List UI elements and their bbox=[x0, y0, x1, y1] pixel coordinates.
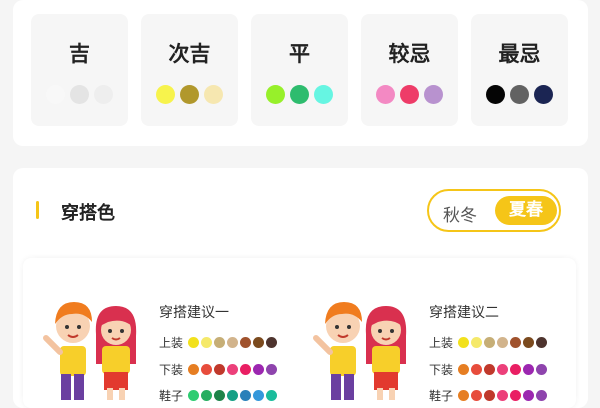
color-swatch bbox=[227, 364, 238, 375]
color-swatch-row bbox=[458, 337, 547, 348]
color-swatch bbox=[497, 364, 508, 375]
color-swatch bbox=[201, 390, 212, 401]
row-label-shoes: 鞋子 bbox=[159, 389, 184, 403]
fortune-tile-ping: 平 bbox=[251, 14, 348, 126]
season-toggle[interactable]: 秋冬 夏春 bbox=[427, 189, 561, 232]
fortune-tile-jiaoji: 较忌 bbox=[361, 14, 458, 126]
color-swatch bbox=[510, 337, 521, 348]
color-dot bbox=[400, 85, 419, 104]
color-dots bbox=[251, 85, 348, 104]
color-swatch bbox=[471, 364, 482, 375]
color-dot bbox=[156, 85, 175, 104]
couple-illustration bbox=[313, 302, 407, 400]
toggle-option-autumn-winter[interactable]: 秋冬 bbox=[443, 201, 477, 226]
color-swatch bbox=[458, 337, 469, 348]
color-dot bbox=[46, 85, 65, 104]
color-swatch bbox=[266, 364, 277, 375]
color-swatch bbox=[253, 337, 264, 348]
color-swatch bbox=[201, 337, 212, 348]
color-swatch bbox=[253, 364, 264, 375]
color-swatch bbox=[188, 390, 199, 401]
color-swatch bbox=[497, 390, 508, 401]
color-swatch bbox=[523, 364, 534, 375]
color-swatch bbox=[227, 390, 238, 401]
fortune-tile-ji: 吉 bbox=[31, 14, 128, 126]
color-swatch bbox=[471, 390, 482, 401]
color-dots bbox=[471, 85, 568, 104]
suggestion-title: 穿搭建议一 bbox=[159, 305, 229, 321]
color-swatch-row bbox=[188, 390, 277, 401]
color-swatch bbox=[227, 337, 238, 348]
color-swatch bbox=[214, 390, 225, 401]
color-swatch bbox=[484, 364, 495, 375]
color-dot bbox=[314, 85, 333, 104]
couple-illustration bbox=[43, 302, 137, 400]
color-swatch bbox=[240, 364, 251, 375]
color-dot bbox=[204, 85, 223, 104]
suggestion-title: 穿搭建议二 bbox=[429, 305, 499, 321]
color-dot bbox=[486, 85, 505, 104]
color-swatch bbox=[188, 364, 199, 375]
color-dot bbox=[424, 85, 443, 104]
color-swatch bbox=[266, 390, 277, 401]
color-swatch bbox=[523, 390, 534, 401]
color-swatch bbox=[458, 390, 469, 401]
color-swatch bbox=[471, 337, 482, 348]
row-label-shoes: 鞋子 bbox=[429, 389, 454, 403]
color-dot bbox=[510, 85, 529, 104]
color-swatch-row bbox=[458, 364, 547, 375]
color-swatch bbox=[240, 390, 251, 401]
color-dot bbox=[94, 85, 113, 104]
row-label-top: 上装 bbox=[159, 336, 184, 350]
fortune-label: 次吉 bbox=[168, 42, 211, 66]
fortune-label: 平 bbox=[289, 42, 310, 66]
section-accent-bar bbox=[36, 201, 39, 219]
color-swatch bbox=[188, 337, 199, 348]
color-dot bbox=[266, 85, 285, 104]
section-title: 穿搭色 bbox=[61, 203, 115, 224]
color-dots bbox=[361, 85, 458, 104]
color-dot bbox=[180, 85, 199, 104]
fortune-label: 最忌 bbox=[498, 42, 541, 66]
color-swatch bbox=[240, 337, 251, 348]
color-dots bbox=[31, 85, 128, 104]
color-swatch bbox=[484, 390, 495, 401]
row-label-bottom: 下装 bbox=[429, 363, 454, 377]
color-dot bbox=[534, 85, 553, 104]
color-swatch bbox=[458, 364, 469, 375]
color-swatch-row bbox=[188, 337, 277, 348]
fortune-tile-zuiji: 最忌 bbox=[471, 14, 568, 126]
color-swatch bbox=[497, 337, 508, 348]
color-swatch bbox=[510, 390, 521, 401]
color-swatch bbox=[214, 364, 225, 375]
color-swatch bbox=[214, 337, 225, 348]
color-dot bbox=[70, 85, 89, 104]
color-swatch-row bbox=[458, 390, 547, 401]
fortune-label: 较忌 bbox=[388, 42, 431, 66]
color-dot bbox=[376, 85, 395, 104]
row-label-bottom: 下装 bbox=[159, 363, 184, 377]
color-swatch bbox=[536, 337, 547, 348]
color-swatch bbox=[266, 337, 277, 348]
toggle-option-summer-spring[interactable]: 夏春 bbox=[495, 196, 557, 225]
color-swatch bbox=[536, 364, 547, 375]
color-swatch bbox=[510, 364, 521, 375]
color-dot bbox=[290, 85, 309, 104]
color-swatch bbox=[201, 364, 212, 375]
color-swatch bbox=[253, 390, 264, 401]
fortune-tile-ciji: 次吉 bbox=[141, 14, 238, 126]
row-label-top: 上装 bbox=[429, 336, 454, 350]
color-swatch bbox=[536, 390, 547, 401]
color-dots bbox=[141, 85, 238, 104]
fortune-label: 吉 bbox=[69, 42, 90, 66]
color-swatch bbox=[484, 337, 495, 348]
color-swatch-row bbox=[188, 364, 277, 375]
color-swatch bbox=[523, 337, 534, 348]
